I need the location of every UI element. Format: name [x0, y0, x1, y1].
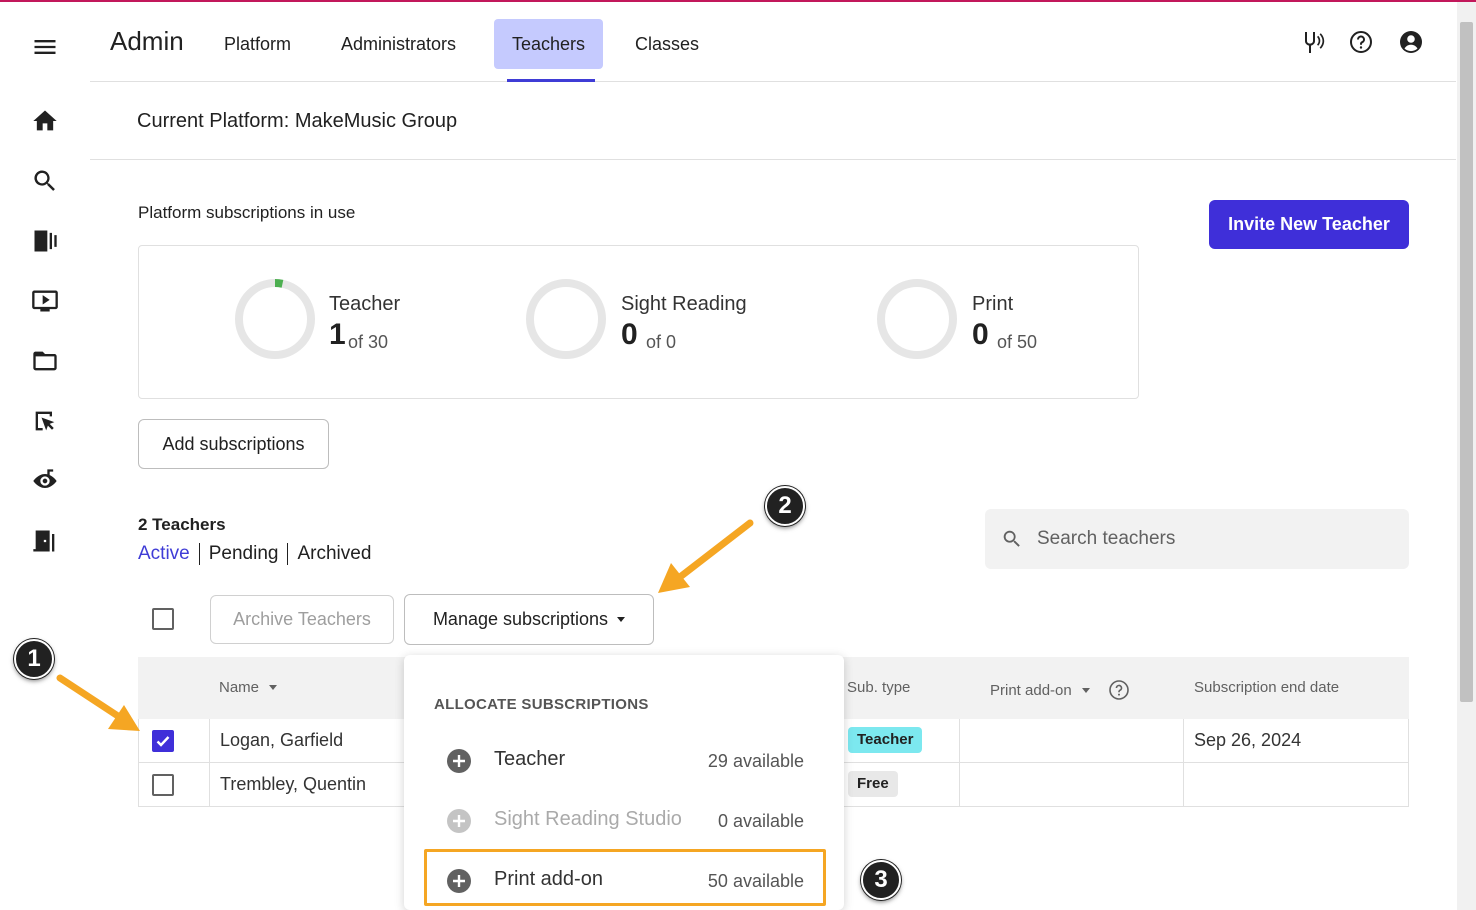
arrow-2-line: [676, 519, 754, 581]
filter-active[interactable]: Active: [138, 543, 190, 565]
invite-new-teacher-button[interactable]: Invite New Teacher: [1209, 200, 1409, 249]
column-name-label: Name: [219, 679, 260, 696]
column-end-date[interactable]: Subscription end date: [1194, 679, 1339, 696]
teacher-sub-used: 1: [329, 318, 346, 351]
callout-2: 2: [765, 486, 805, 526]
home-icon[interactable]: [30, 106, 60, 136]
cell-divider: [959, 719, 960, 763]
teacher-name[interactable]: Logan, Garfield: [220, 730, 343, 751]
menu-item-sight-reading-studio: Sight Reading Studio 0 available: [404, 790, 844, 850]
menu-item-print-addon[interactable]: Print add-on 50 available: [404, 850, 844, 910]
scrollbar[interactable]: [1457, 2, 1476, 910]
app-title: Admin: [110, 26, 184, 56]
teacher-name[interactable]: Trembley, Quentin: [220, 774, 366, 795]
column-sub-type-label: Sub. type: [847, 679, 911, 696]
menu-item-label: Teacher: [494, 748, 566, 770]
platform-title: Current Platform: MakeMusic Group: [137, 110, 458, 132]
sort-caret-icon: [1081, 687, 1090, 693]
scroll-thumb[interactable]: [1460, 22, 1473, 702]
tab-teachers[interactable]: Teachers: [494, 19, 604, 69]
filter-divider: [287, 543, 289, 565]
sort-caret-icon: [269, 685, 278, 690]
column-print-addon-label: Print add-on: [990, 681, 1072, 699]
menu-icon[interactable]: [30, 32, 60, 62]
row-checkbox[interactable]: [152, 730, 174, 752]
tab-administrators[interactable]: Administrators: [323, 19, 474, 69]
callout-3: 3: [861, 860, 901, 900]
print-usage-ring: [877, 279, 957, 359]
arrow-1-head: [108, 705, 140, 731]
subscriptions-summary: Teacher 1 of 30 Sight Reading 0 of 0 Pri…: [138, 245, 1139, 399]
print-sub-total: of 50: [997, 332, 1038, 352]
arrow-2-head: [658, 563, 690, 593]
cell-divider: [209, 763, 210, 807]
filter-divider: [198, 543, 200, 565]
filter-archived[interactable]: Archived: [297, 543, 371, 565]
cell-divider: [1183, 719, 1184, 763]
cell-divider: [1183, 763, 1184, 807]
row-checkbox[interactable]: [152, 774, 174, 796]
account-icon[interactable]: [1397, 28, 1425, 56]
top-nav: Admin Platform Administrators Teachers C…: [90, 2, 1456, 82]
add-circle-icon: [447, 809, 471, 833]
search-input[interactable]: [1037, 528, 1377, 550]
add-circle-icon: [447, 869, 471, 893]
sub-type-badge: Teacher: [848, 727, 923, 753]
column-name[interactable]: Name: [219, 679, 278, 696]
callout-1: 1: [14, 639, 54, 679]
tab-platform[interactable]: Platform: [206, 19, 309, 69]
menu-heading: ALLOCATE SUBSCRIPTIONS: [434, 696, 649, 713]
platform-header: Current Platform: MakeMusic Group: [90, 82, 1456, 160]
teacher-sub-total: of 30: [348, 332, 389, 352]
add-subscriptions-button[interactable]: Add subscriptions: [138, 419, 329, 469]
cell-divider: [959, 763, 960, 807]
ear-training-icon[interactable]: [30, 466, 60, 496]
cell-divider: [209, 719, 210, 763]
column-end-date-label: Subscription end date: [1194, 679, 1340, 696]
help-icon[interactable]: [1347, 28, 1375, 56]
select-all-checkbox[interactable]: [152, 608, 174, 630]
tab-classes[interactable]: Classes: [617, 19, 717, 69]
filter-pending[interactable]: Pending: [209, 543, 279, 565]
manage-subscriptions-label: Manage subscriptions: [432, 609, 609, 629]
teachers-count: 2 Teachers: [138, 515, 226, 534]
teacher-sub-name: Teacher: [329, 293, 401, 315]
teacher-usage-ring: [235, 279, 315, 359]
search-teachers-box[interactable]: [985, 509, 1409, 569]
video-icon[interactable]: [30, 286, 60, 316]
search-icon[interactable]: [30, 166, 60, 196]
menu-item-available: 50 available: [707, 871, 804, 891]
column-print-addon[interactable]: Print add-on: [990, 679, 1130, 701]
print-sub-name: Print: [972, 293, 1014, 315]
manage-subscriptions-button[interactable]: Manage subscriptions: [404, 594, 654, 645]
sight-reading-sub-name: Sight Reading: [621, 293, 747, 315]
archive-teachers-button[interactable]: Archive Teachers: [210, 595, 394, 644]
caret-down-icon: [617, 617, 626, 622]
menu-item-label: Print add-on: [494, 868, 603, 890]
search-icon: [1003, 530, 1020, 547]
checkmark-icon: [156, 736, 170, 747]
exit-door-icon[interactable]: [30, 526, 60, 556]
assignment-icon[interactable]: [30, 406, 60, 436]
status-filter: Active Pending Archived: [138, 543, 371, 565]
help-icon[interactable]: [1108, 679, 1130, 701]
manage-subscriptions-menu: ALLOCATE SUBSCRIPTIONS Teacher 29 availa…: [404, 655, 844, 910]
library-icon[interactable]: [30, 226, 60, 256]
sub-type-badge: Free: [848, 771, 898, 797]
folder-icon[interactable]: [30, 346, 60, 376]
column-sub-type[interactable]: Sub. type: [847, 679, 910, 696]
sight-reading-usage-ring: [526, 279, 606, 359]
sight-reading-sub-total: of 0: [646, 332, 677, 352]
sidebar: [0, 2, 90, 910]
add-circle-icon: [447, 749, 471, 773]
subscriptions-section-label: Platform subscriptions in use: [138, 203, 356, 222]
tuning-fork-icon[interactable]: [1298, 28, 1326, 56]
sight-reading-sub-used: 0: [621, 318, 638, 351]
menu-item-available: 29 available: [707, 751, 804, 771]
print-sub-used: 0: [972, 318, 989, 351]
menu-item-available: 0 available: [717, 811, 804, 831]
end-date-value: Sep 26, 2024: [1194, 730, 1302, 750]
menu-item-teacher[interactable]: Teacher 29 available: [404, 730, 844, 790]
menu-item-label: Sight Reading Studio: [494, 808, 682, 830]
